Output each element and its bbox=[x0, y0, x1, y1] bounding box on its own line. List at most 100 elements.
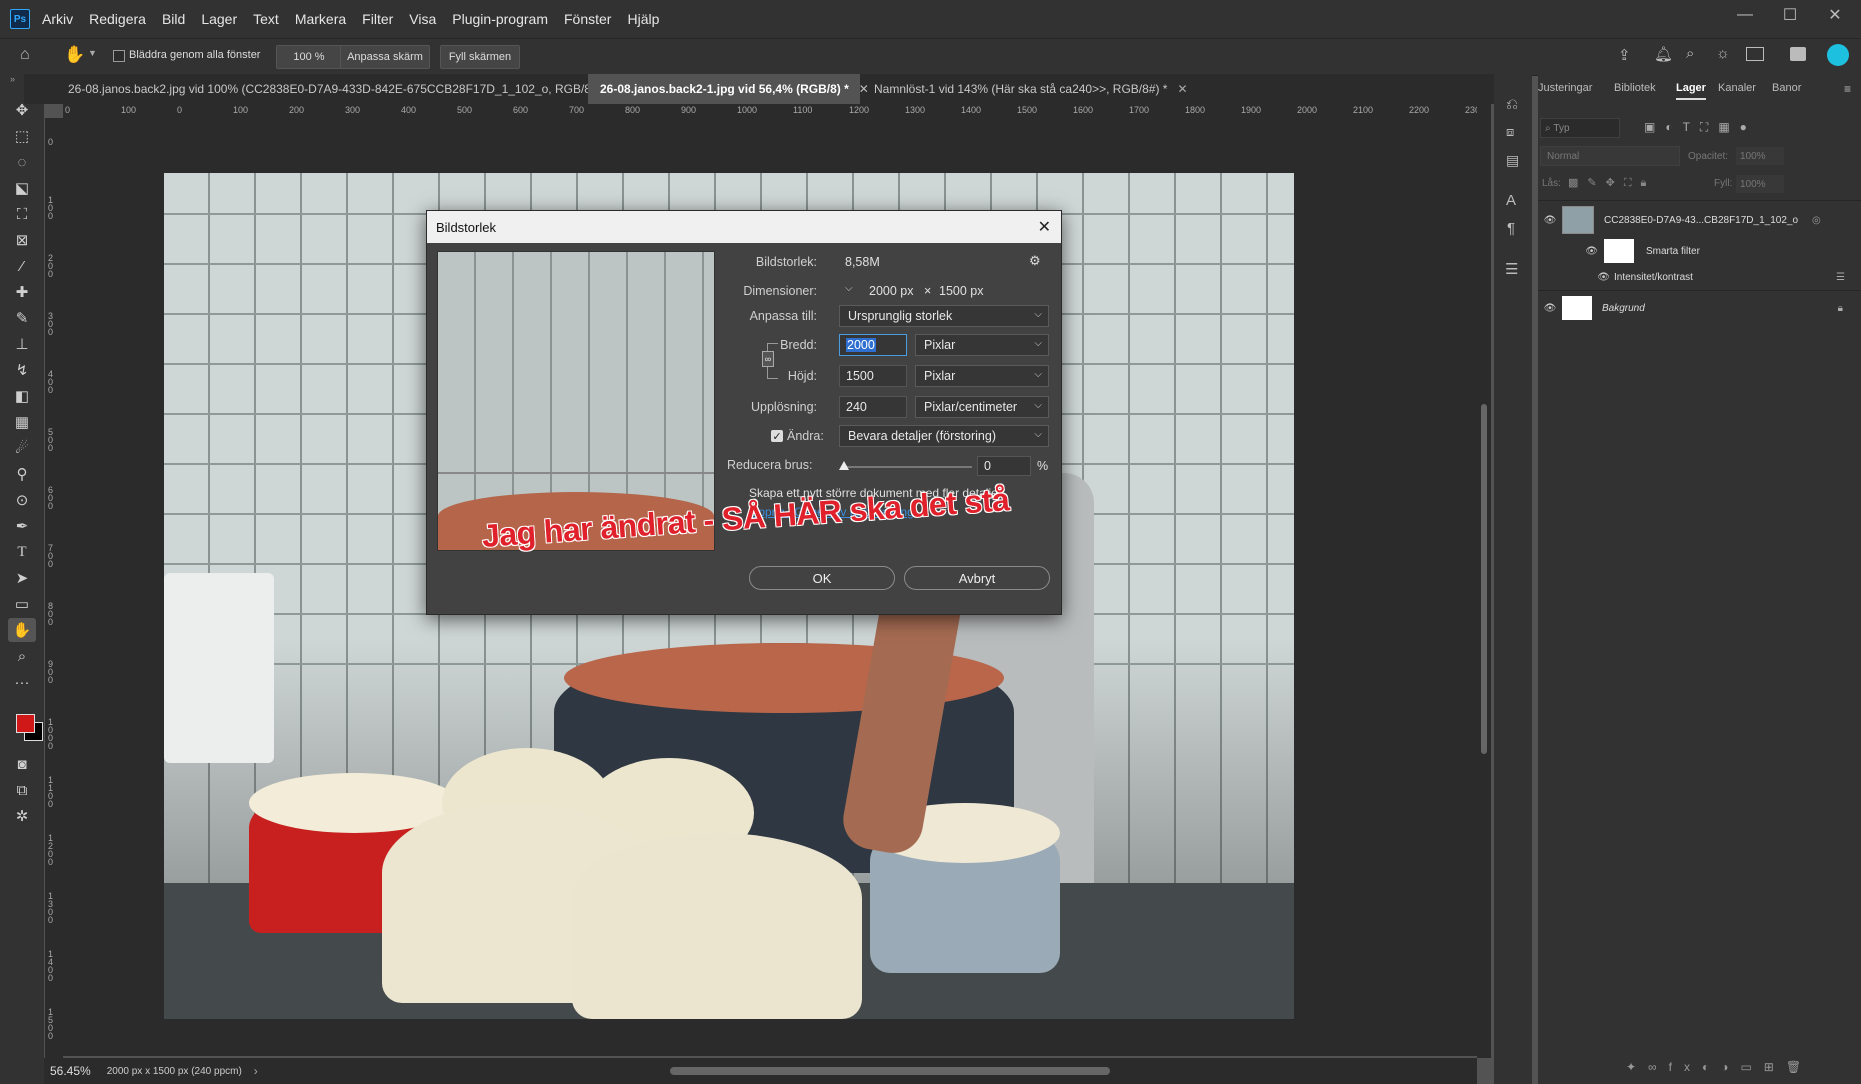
gear-icon[interactable]: ⚙ bbox=[1029, 253, 1041, 269]
type-tool-icon[interactable]: T bbox=[8, 540, 36, 564]
layer-actions[interactable]: ✦∞fx◐◑▭⊞🗑︎ bbox=[1626, 1060, 1813, 1074]
height-unit-select[interactable]: Pixlar ⌵ bbox=[915, 365, 1049, 387]
healing-brush-tool-icon[interactable]: ✚ bbox=[8, 280, 36, 304]
tab-banor[interactable]: Banor bbox=[1772, 82, 1801, 94]
blur-tool-icon[interactable]: ☄ bbox=[8, 436, 36, 460]
visibility-eye-icon[interactable]: 👁︎ bbox=[1538, 215, 1562, 226]
comments-panel-icon[interactable]: ▤ bbox=[1506, 152, 1519, 169]
layer-row-smart-filter[interactable]: 👁︎ Smarta filter bbox=[1538, 236, 1861, 266]
height-input[interactable]: 1500 bbox=[839, 365, 907, 387]
constrain-link-icon[interactable]: ∞ bbox=[762, 351, 774, 367]
plugins-panel-icon[interactable]: ⧈ bbox=[1506, 124, 1514, 140]
zoom-small-tool-icon[interactable]: ⊙ bbox=[8, 488, 36, 512]
crop-tool-icon[interactable]: ⛶ bbox=[8, 202, 36, 226]
more-tools-icon[interactable]: ··· bbox=[8, 670, 36, 694]
fit-to-select[interactable]: Ursprunglig storlek ⌵ bbox=[839, 305, 1049, 327]
dimensions-chevron-icon[interactable]: ⌵ bbox=[845, 283, 853, 294]
history-panel-icon[interactable]: ⎌ bbox=[1506, 96, 1518, 113]
tab-document-2[interactable]: 26-08.janos.back2-1.jpg vid 56,4% (RGB/8… bbox=[588, 74, 869, 104]
home-icon[interactable]: ⌂ bbox=[20, 46, 30, 64]
visibility-eye-icon[interactable]: 👁︎ bbox=[1538, 272, 1614, 283]
pen-tool-icon[interactable]: ✒ bbox=[8, 514, 36, 538]
tab-kanaler[interactable]: Kanaler bbox=[1718, 82, 1756, 94]
frame-tool-icon[interactable]: ⊠ bbox=[8, 228, 36, 252]
resolution-unit-select[interactable]: Pixlar/centimeter ⌵ bbox=[915, 396, 1049, 418]
dodge-tool-icon[interactable]: ⚲ bbox=[8, 462, 36, 486]
layer-row-background[interactable]: 👁︎ Bakgrund 🔒︎ bbox=[1538, 292, 1861, 324]
generative-icon[interactable]: ✲ bbox=[8, 804, 36, 828]
tab-document-1[interactable]: 26-08.janos.back2.jpg vid 100% (CC2838E0… bbox=[56, 74, 603, 104]
menu-text[interactable]: Text bbox=[253, 11, 279, 27]
resample-checkbox[interactable]: ✓ bbox=[771, 430, 783, 443]
noise-slider-thumb[interactable] bbox=[839, 461, 849, 470]
opacity-field[interactable]: 100% bbox=[1736, 147, 1784, 165]
tab-lager[interactable]: Lager bbox=[1676, 82, 1706, 100]
menu-visa[interactable]: Visa bbox=[409, 11, 436, 27]
foreground-color-swatch[interactable] bbox=[16, 714, 35, 733]
fit-screen-button[interactable]: Anpassa skärm bbox=[340, 45, 430, 69]
noise-slider-track[interactable] bbox=[842, 466, 972, 468]
filter-options-icon[interactable]: ☰ bbox=[1836, 272, 1845, 283]
visibility-eye-icon[interactable]: 👁︎ bbox=[1538, 246, 1604, 257]
path-select-tool-icon[interactable]: ➤ bbox=[8, 566, 36, 590]
bell-icon[interactable]: 🔔︎ bbox=[1654, 45, 1673, 63]
layer-filter-search[interactable]: ⌕ Typ bbox=[1540, 118, 1620, 138]
menu-redigera[interactable]: Redigera bbox=[89, 11, 146, 27]
collapse-toolbar-icon[interactable]: » bbox=[10, 74, 15, 84]
discover-icon[interactable]: ☼ bbox=[1716, 45, 1730, 62]
width-unit-select[interactable]: Pixlar ⌵ bbox=[915, 334, 1049, 356]
fill-field[interactable]: 100% bbox=[1736, 175, 1784, 193]
layer-row-smart-object[interactable]: 👁︎ CC2838E0-D7A9-43...CB28F17D_1_102_o ◎ bbox=[1538, 204, 1861, 236]
menu-hjalp[interactable]: Hjälp bbox=[627, 11, 659, 27]
maximize-button[interactable]: ☐ bbox=[1765, 0, 1815, 30]
hand-tool-icon[interactable]: ✋ bbox=[64, 45, 85, 65]
layer-name[interactable]: CC2838E0-D7A9-43...CB28F17D_1_102_o bbox=[1604, 215, 1798, 226]
cancel-button[interactable]: Avbryt bbox=[904, 566, 1050, 590]
status-chevron-icon[interactable]: › bbox=[254, 1064, 258, 1078]
marquee-tool-icon[interactable]: ⬚ bbox=[8, 124, 36, 148]
blend-mode-select[interactable]: Normal bbox=[1540, 146, 1680, 166]
filter-mask-thumbnail[interactable] bbox=[1604, 239, 1634, 263]
tool-preset-chevron-icon[interactable]: ▼ bbox=[88, 48, 97, 58]
close-window-button[interactable]: ✕ bbox=[1810, 0, 1860, 30]
screen-mode-icon[interactable]: ⧉ bbox=[8, 778, 36, 802]
character-panel-icon[interactable]: A bbox=[1506, 192, 1516, 209]
menu-markera[interactable]: Markera bbox=[295, 11, 346, 27]
workspace-icon[interactable] bbox=[1746, 47, 1764, 61]
ok-button[interactable]: OK bbox=[749, 566, 895, 590]
horizontal-scrollbar[interactable] bbox=[280, 1058, 1477, 1084]
menu-filter[interactable]: Filter bbox=[362, 11, 393, 27]
hand-tool-active-icon[interactable]: ✋ bbox=[8, 618, 36, 642]
tab-bibliotek[interactable]: Bibliotek bbox=[1614, 82, 1656, 94]
width-input[interactable]: 2000 bbox=[839, 334, 907, 356]
vertical-scrollbar[interactable] bbox=[1477, 104, 1491, 1058]
search-icon[interactable]: ⌕ bbox=[1686, 45, 1694, 62]
paragraph-panel-icon[interactable]: ¶ bbox=[1507, 220, 1515, 237]
gradient-tool-icon[interactable]: ▦ bbox=[8, 410, 36, 434]
close-tab-icon[interactable]: ✕ bbox=[1177, 82, 1187, 96]
horizontal-scroll-thumb[interactable] bbox=[670, 1067, 1110, 1075]
zoom-tool-icon[interactable]: ⌕ bbox=[8, 644, 36, 668]
rectangle-tool-icon[interactable]: ▭ bbox=[8, 592, 36, 616]
tab-justeringar[interactable]: Justeringar bbox=[1538, 82, 1592, 94]
scroll-all-checkbox[interactable] bbox=[113, 50, 125, 62]
lock-icons[interactable]: ▩✎✥⛶🔒︎ bbox=[1568, 176, 1655, 190]
layer-filter-icons[interactable]: ▣◐T⛶▦● bbox=[1644, 120, 1757, 135]
panel-menu-icon[interactable]: ≡ bbox=[1844, 82, 1851, 96]
lasso-tool-icon[interactable]: ◌ bbox=[8, 150, 36, 174]
tab-document-3[interactable]: Namnlöst-1 vid 143% (Här ska stå ca240>>… bbox=[862, 74, 1202, 104]
quick-mask-icon[interactable]: ◙ bbox=[8, 752, 36, 776]
resample-select[interactable]: Bevara detaljer (förstoring) ⌵ bbox=[839, 425, 1049, 447]
menu-fonster[interactable]: Fönster bbox=[564, 11, 611, 27]
properties-panel-icon[interactable]: ☰ bbox=[1505, 260, 1518, 278]
close-icon[interactable]: ✕ bbox=[1038, 217, 1051, 237]
share-icon[interactable]: ⇪ bbox=[1618, 46, 1631, 64]
avatar[interactable] bbox=[1827, 44, 1849, 66]
cloud-docs-icon[interactable] bbox=[1790, 47, 1806, 61]
visibility-eye-icon[interactable]: 👁︎ bbox=[1538, 303, 1562, 314]
layer-row-filter-item[interactable]: 👁︎ Intensitet/kontrast ☰ bbox=[1538, 266, 1861, 288]
zoom-field[interactable]: 100 % bbox=[276, 45, 342, 69]
minimize-button[interactable]: — bbox=[1720, 0, 1770, 30]
menu-plugin-program[interactable]: Plugin-program bbox=[452, 11, 548, 27]
noise-input[interactable]: 0 bbox=[977, 456, 1031, 476]
